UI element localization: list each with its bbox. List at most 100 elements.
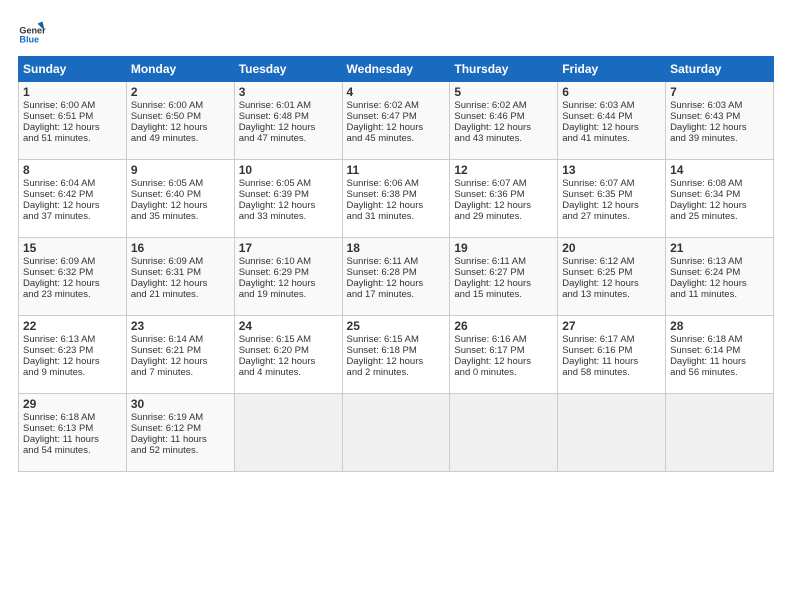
day-info: Daylight: 12 hours — [347, 122, 446, 133]
day-info: Sunrise: 6:14 AM — [131, 334, 230, 345]
day-info: Sunset: 6:16 PM — [562, 345, 661, 356]
day-info: and 0 minutes. — [454, 367, 553, 378]
day-info: and 35 minutes. — [131, 211, 230, 222]
day-number: 5 — [454, 85, 553, 99]
day-info: Daylight: 12 hours — [239, 278, 338, 289]
day-number: 19 — [454, 241, 553, 255]
day-info: Sunset: 6:14 PM — [670, 345, 769, 356]
day-info: Daylight: 12 hours — [562, 278, 661, 289]
calendar-cell: 28Sunrise: 6:18 AMSunset: 6:14 PMDayligh… — [666, 316, 774, 394]
calendar-week-2: 8Sunrise: 6:04 AMSunset: 6:42 PMDaylight… — [19, 160, 774, 238]
day-number: 8 — [23, 163, 122, 177]
day-info: Sunset: 6:42 PM — [23, 189, 122, 200]
day-info: Sunrise: 6:15 AM — [239, 334, 338, 345]
day-info: Daylight: 12 hours — [347, 356, 446, 367]
day-info: Sunset: 6:48 PM — [239, 111, 338, 122]
day-info: Sunset: 6:43 PM — [670, 111, 769, 122]
calendar-cell: 26Sunrise: 6:16 AMSunset: 6:17 PMDayligh… — [450, 316, 558, 394]
day-number: 24 — [239, 319, 338, 333]
day-info: Sunset: 6:13 PM — [23, 423, 122, 434]
calendar-week-5: 29Sunrise: 6:18 AMSunset: 6:13 PMDayligh… — [19, 394, 774, 472]
day-info: Daylight: 12 hours — [454, 278, 553, 289]
day-info: and 13 minutes. — [562, 289, 661, 300]
calendar-cell: 13Sunrise: 6:07 AMSunset: 6:35 PMDayligh… — [558, 160, 666, 238]
day-info: Daylight: 12 hours — [562, 200, 661, 211]
calendar-cell: 29Sunrise: 6:18 AMSunset: 6:13 PMDayligh… — [19, 394, 127, 472]
day-info: Sunrise: 6:13 AM — [23, 334, 122, 345]
day-info: Sunset: 6:50 PM — [131, 111, 230, 122]
logo-icon: General Blue — [18, 18, 46, 46]
day-info: Daylight: 12 hours — [23, 278, 122, 289]
day-info: Sunset: 6:25 PM — [562, 267, 661, 278]
day-info: Sunrise: 6:02 AM — [454, 100, 553, 111]
day-info: and 41 minutes. — [562, 133, 661, 144]
day-info: and 9 minutes. — [23, 367, 122, 378]
day-info: Daylight: 12 hours — [131, 200, 230, 211]
day-info: Sunset: 6:31 PM — [131, 267, 230, 278]
calendar-week-3: 15Sunrise: 6:09 AMSunset: 6:32 PMDayligh… — [19, 238, 774, 316]
day-info: Daylight: 12 hours — [23, 200, 122, 211]
day-number: 15 — [23, 241, 122, 255]
day-info: Daylight: 12 hours — [239, 122, 338, 133]
day-info: and 19 minutes. — [239, 289, 338, 300]
calendar-cell: 20Sunrise: 6:12 AMSunset: 6:25 PMDayligh… — [558, 238, 666, 316]
day-info: Sunrise: 6:05 AM — [131, 178, 230, 189]
day-number: 4 — [347, 85, 446, 99]
day-info: and 47 minutes. — [239, 133, 338, 144]
day-info: Sunset: 6:36 PM — [454, 189, 553, 200]
day-info: Daylight: 12 hours — [454, 122, 553, 133]
day-info: Sunrise: 6:02 AM — [347, 100, 446, 111]
day-info: Daylight: 12 hours — [347, 278, 446, 289]
day-info: and 45 minutes. — [347, 133, 446, 144]
day-number: 25 — [347, 319, 446, 333]
day-info: Sunrise: 6:19 AM — [131, 412, 230, 423]
day-info: Sunset: 6:21 PM — [131, 345, 230, 356]
day-number: 3 — [239, 85, 338, 99]
day-info: Sunset: 6:20 PM — [239, 345, 338, 356]
day-info: Sunset: 6:44 PM — [562, 111, 661, 122]
calendar-cell: 24Sunrise: 6:15 AMSunset: 6:20 PMDayligh… — [234, 316, 342, 394]
day-info: Sunrise: 6:13 AM — [670, 256, 769, 267]
day-info: Sunrise: 6:07 AM — [454, 178, 553, 189]
day-info: Sunset: 6:39 PM — [239, 189, 338, 200]
day-number: 17 — [239, 241, 338, 255]
calendar-cell: 19Sunrise: 6:11 AMSunset: 6:27 PMDayligh… — [450, 238, 558, 316]
calendar-cell: 15Sunrise: 6:09 AMSunset: 6:32 PMDayligh… — [19, 238, 127, 316]
day-info: and 29 minutes. — [454, 211, 553, 222]
day-info: Sunset: 6:51 PM — [23, 111, 122, 122]
day-info: Sunrise: 6:18 AM — [23, 412, 122, 423]
day-number: 7 — [670, 85, 769, 99]
day-number: 28 — [670, 319, 769, 333]
calendar-cell: 14Sunrise: 6:08 AMSunset: 6:34 PMDayligh… — [666, 160, 774, 238]
calendar-cell: 1Sunrise: 6:00 AMSunset: 6:51 PMDaylight… — [19, 82, 127, 160]
day-number: 2 — [131, 85, 230, 99]
day-info: Sunrise: 6:18 AM — [670, 334, 769, 345]
col-header-monday: Monday — [126, 57, 234, 82]
day-number: 14 — [670, 163, 769, 177]
day-info: Sunrise: 6:09 AM — [131, 256, 230, 267]
day-info: and 21 minutes. — [131, 289, 230, 300]
day-info: Daylight: 12 hours — [670, 200, 769, 211]
day-info: Sunrise: 6:05 AM — [239, 178, 338, 189]
day-info: Sunset: 6:29 PM — [239, 267, 338, 278]
calendar-cell: 8Sunrise: 6:04 AMSunset: 6:42 PMDaylight… — [19, 160, 127, 238]
day-info: and 31 minutes. — [347, 211, 446, 222]
day-info: Sunrise: 6:06 AM — [347, 178, 446, 189]
day-info: and 15 minutes. — [454, 289, 553, 300]
day-number: 29 — [23, 397, 122, 411]
day-info: Daylight: 12 hours — [23, 356, 122, 367]
day-info: and 23 minutes. — [23, 289, 122, 300]
calendar-cell: 22Sunrise: 6:13 AMSunset: 6:23 PMDayligh… — [19, 316, 127, 394]
calendar-cell: 12Sunrise: 6:07 AMSunset: 6:36 PMDayligh… — [450, 160, 558, 238]
calendar-cell: 18Sunrise: 6:11 AMSunset: 6:28 PMDayligh… — [342, 238, 450, 316]
day-info: Sunset: 6:35 PM — [562, 189, 661, 200]
col-header-wednesday: Wednesday — [342, 57, 450, 82]
day-info: Daylight: 11 hours — [562, 356, 661, 367]
day-info: and 52 minutes. — [131, 445, 230, 456]
day-info: and 56 minutes. — [670, 367, 769, 378]
calendar-cell: 30Sunrise: 6:19 AMSunset: 6:12 PMDayligh… — [126, 394, 234, 472]
svg-text:Blue: Blue — [19, 35, 39, 45]
calendar-cell: 3Sunrise: 6:01 AMSunset: 6:48 PMDaylight… — [234, 82, 342, 160]
calendar-cell: 27Sunrise: 6:17 AMSunset: 6:16 PMDayligh… — [558, 316, 666, 394]
day-info: Daylight: 12 hours — [131, 356, 230, 367]
